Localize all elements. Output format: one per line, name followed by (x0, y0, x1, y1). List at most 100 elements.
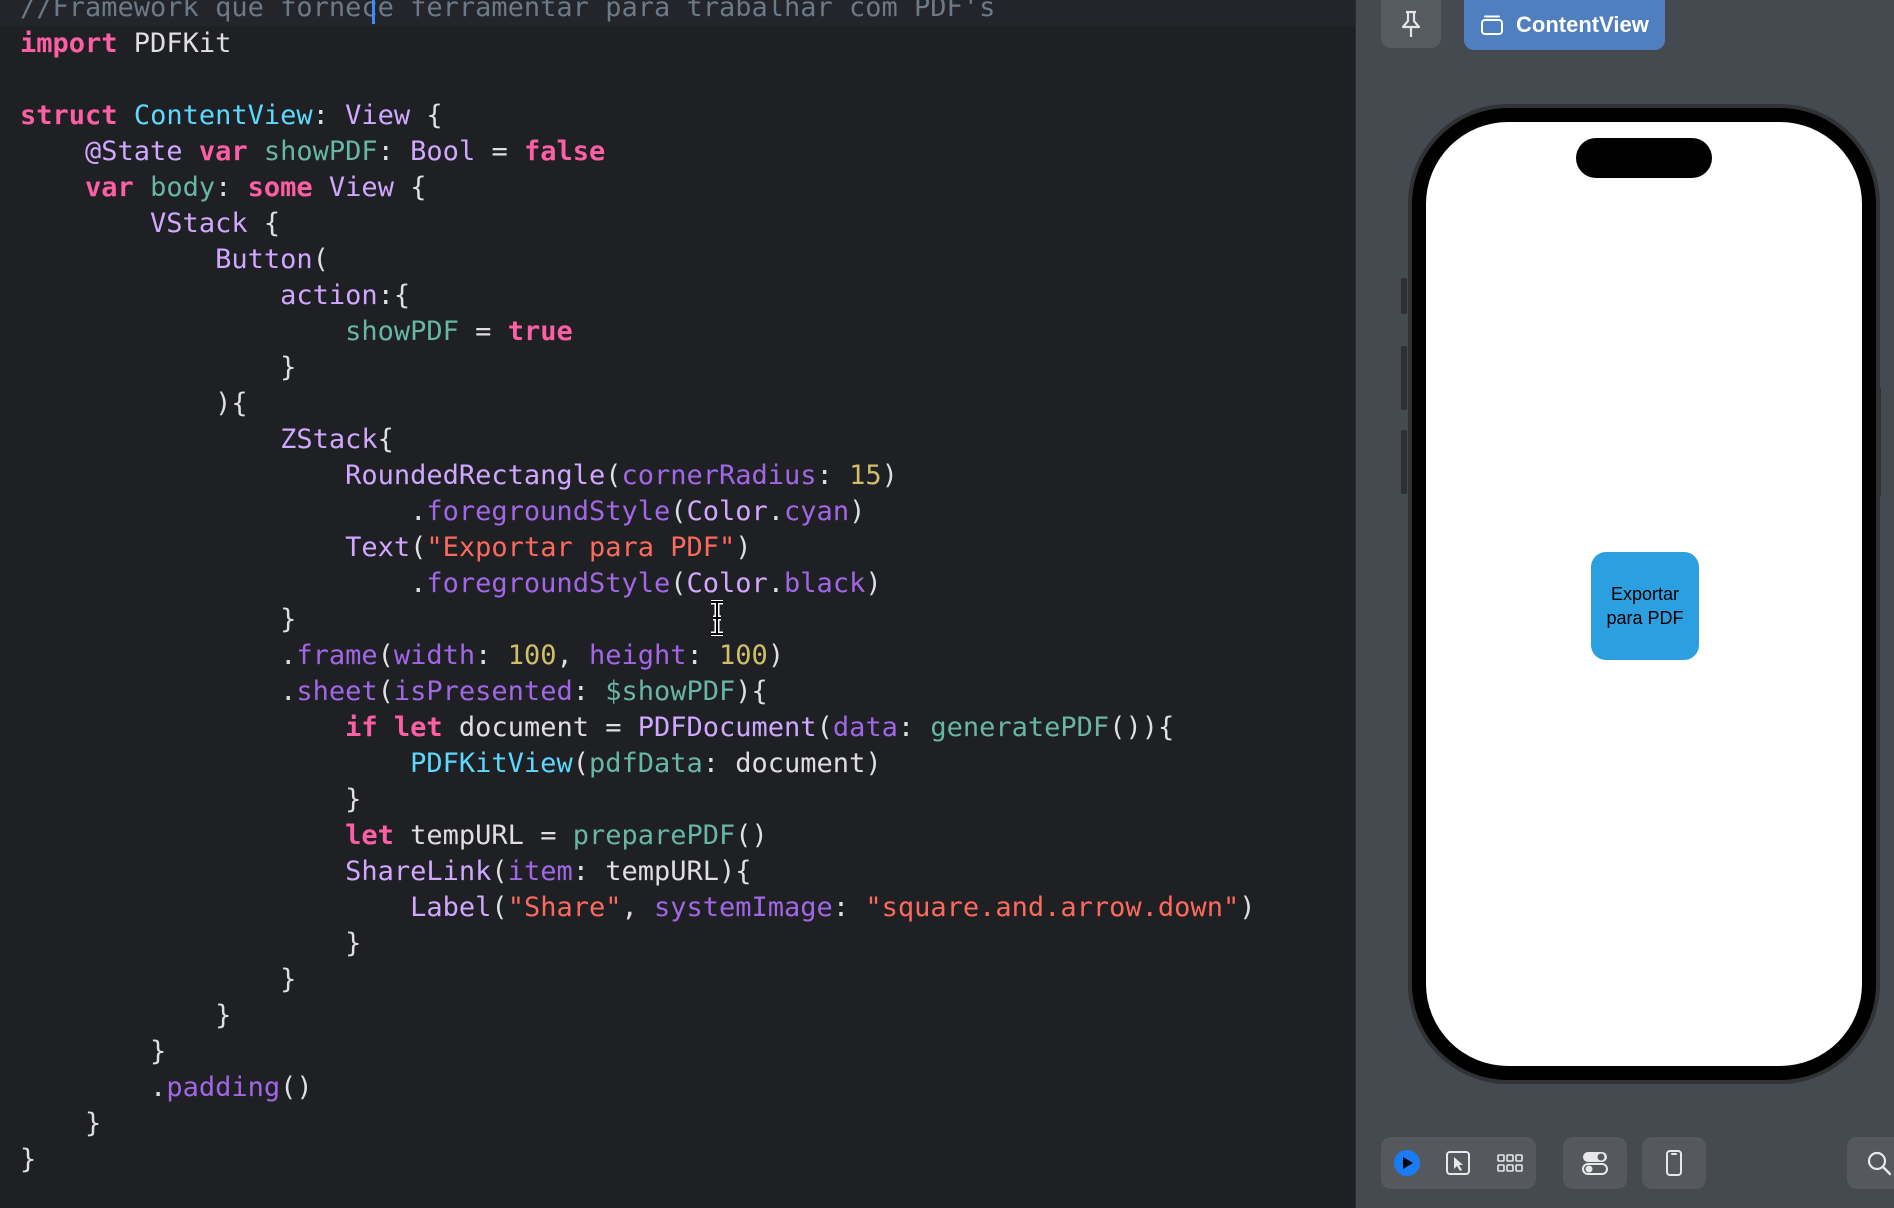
device-volume-up-button (1401, 346, 1407, 410)
code-line[interactable]: Text("Exportar para PDF") (20, 530, 1355, 566)
export-pdf-button[interactable]: Exportar para PDF (1591, 552, 1699, 660)
code-token: false (523, 136, 606, 167)
code-token: View (345, 100, 411, 131)
selectable-mode-button[interactable] (1440, 1145, 1476, 1181)
code-line[interactable]: } (20, 1034, 1355, 1070)
variants-button[interactable] (1492, 1145, 1528, 1181)
code-token: = (458, 316, 508, 347)
code-token: . (767, 568, 785, 599)
code-line[interactable]: let tempURL = preparePDF() (20, 818, 1355, 854)
device-icon (1666, 1150, 1682, 1176)
code-token: body (150, 172, 216, 203)
code-line[interactable]: ZStack{ (20, 422, 1355, 458)
code-line[interactable]: .foregroundStyle(Color.black) (20, 566, 1355, 602)
pin-icon (1401, 10, 1421, 37)
code-token: height (588, 640, 687, 671)
code-token: document = (442, 712, 638, 743)
code-token: { (410, 100, 443, 131)
code-line[interactable]: var body: some View { (20, 170, 1355, 206)
code-token: . (767, 496, 785, 527)
code-token: ( (816, 712, 833, 743)
code-line[interactable]: } (20, 998, 1355, 1034)
code-line[interactable] (20, 62, 1355, 98)
live-mode-button[interactable] (1389, 1145, 1425, 1181)
code-line[interactable]: action:{ (20, 278, 1355, 314)
code-token: } (20, 352, 297, 383)
code-token: systemImage (654, 892, 833, 923)
code-line[interactable]: } (20, 962, 1355, 998)
code-line[interactable]: RoundedRectangle(cornerRadius: 15) (20, 458, 1355, 494)
code-token: PDFKit (117, 28, 232, 59)
code-token: { (247, 208, 281, 239)
code-token: ) (865, 568, 882, 599)
code-token: "Share" (507, 892, 622, 923)
source-code[interactable]: //Framework que fornece ferramentar para… (0, 0, 1355, 1178)
code-token: struct (20, 100, 118, 131)
code-token: : (832, 892, 866, 923)
code-token: = (475, 136, 524, 167)
code-token: } (20, 1000, 232, 1031)
code-line[interactable]: } (20, 602, 1355, 638)
code-line[interactable]: if let document = PDFDocument(data: gene… (20, 710, 1355, 746)
code-line[interactable]: ){ (20, 386, 1355, 422)
code-line[interactable]: } (20, 782, 1355, 818)
code-token: ( (410, 532, 427, 563)
code-token: true (507, 316, 573, 347)
code-token: : (897, 712, 931, 743)
preview-canvas: ContentView Exportar para PDF (1355, 0, 1894, 1208)
code-line[interactable]: } (20, 350, 1355, 386)
code-token: data (832, 712, 898, 743)
code-token: ( (491, 856, 508, 887)
code-token: ( (670, 568, 687, 599)
code-line[interactable]: } (20, 1106, 1355, 1142)
code-token: } (20, 1108, 102, 1139)
code-token: : tempURL){ (572, 856, 752, 887)
code-token: { (377, 424, 394, 455)
code-token: action (280, 280, 378, 311)
code-token: ( (572, 748, 589, 779)
code-line[interactable]: VStack { (20, 206, 1355, 242)
code-line[interactable]: showPDF = true (20, 314, 1355, 350)
code-token: @State (20, 136, 199, 167)
code-line[interactable]: Label("Share", systemImage: "square.and.… (20, 890, 1355, 926)
device-settings-button[interactable] (1577, 1145, 1613, 1181)
code-line[interactable]: import PDFKit (20, 26, 1355, 62)
device-screen: Exportar para PDF (1426, 122, 1862, 1066)
code-line[interactable]: } (20, 1142, 1355, 1178)
code-token: Text (345, 532, 411, 563)
zoom-button[interactable] (1861, 1145, 1894, 1181)
code-line[interactable]: .sheet(isPresented: $showPDF){ (20, 674, 1355, 710)
code-token: . (20, 640, 297, 671)
code-token: } (20, 964, 297, 995)
code-editor[interactable]: //Framework que fornece ferramentar para… (0, 0, 1355, 1208)
code-token: foregroundStyle (426, 568, 671, 599)
pin-preview-button[interactable] (1381, 0, 1441, 48)
code-line[interactable]: } (20, 926, 1355, 962)
code-line[interactable]: .padding() (20, 1070, 1355, 1106)
code-token: cornerRadius (621, 460, 817, 491)
code-token: : (572, 676, 606, 707)
code-line[interactable]: PDFKitView(pdfData: document) (20, 746, 1355, 782)
device-picker-button[interactable] (1656, 1145, 1692, 1181)
code-line[interactable]: .foregroundStyle(Color.cyan) (20, 494, 1355, 530)
code-token: if (345, 712, 378, 743)
code-token: ) (849, 496, 866, 527)
code-token: some (247, 172, 313, 203)
code-line[interactable]: Button( (20, 242, 1355, 278)
preview-tab-contentview[interactable]: ContentView (1464, 0, 1665, 50)
code-token: } (20, 928, 362, 959)
code-token: } (20, 604, 297, 635)
device-settings-icon (1582, 1152, 1608, 1175)
code-line[interactable]: //Framework que fornece ferramentar para… (0, 0, 1355, 26)
code-line[interactable]: .frame(width: 100, height: 100) (20, 638, 1355, 674)
code-line[interactable]: ShareLink(item: tempURL){ (20, 854, 1355, 890)
code-token: 100 (507, 640, 557, 671)
code-token: ) (1239, 892, 1256, 923)
code-line[interactable]: @State var showPDF: Bool = false (20, 134, 1355, 170)
code-line[interactable]: struct ContentView: View { (20, 98, 1355, 134)
code-token: :{ (377, 280, 411, 311)
code-token: width (393, 640, 476, 671)
